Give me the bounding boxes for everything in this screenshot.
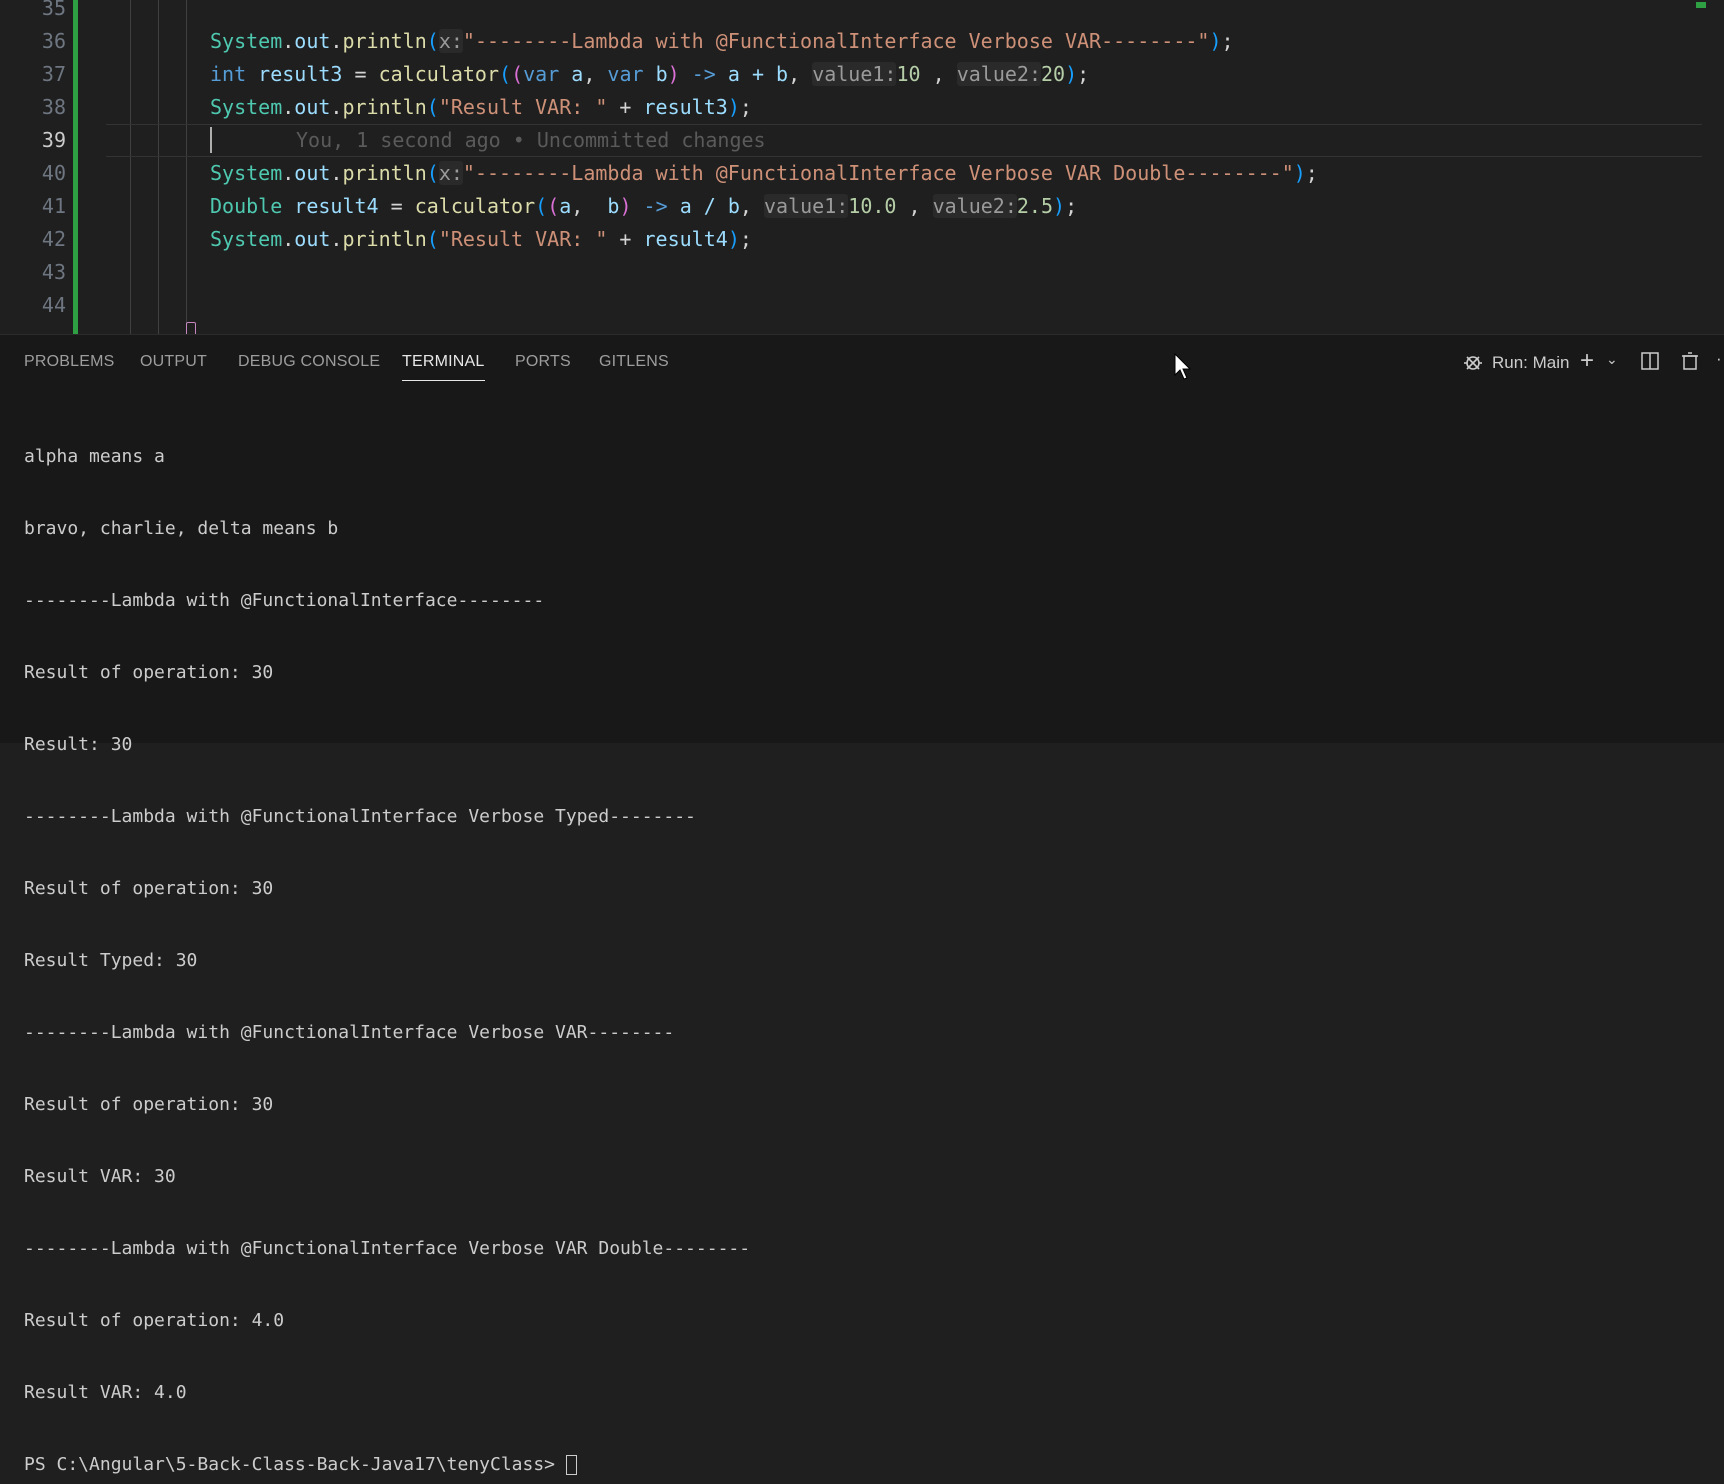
panel-tabs: PROBLEMS OUTPUT DEBUG CONSOLE TERMINAL P… (0, 335, 1724, 393)
code-line[interactable]: 44 (0, 289, 1724, 322)
terminal-line: bravo, charlie, delta means b (24, 518, 339, 539)
more-actions-icon[interactable]: · (1716, 349, 1722, 369)
fold-marker-icon (186, 322, 196, 334)
line-number: 36 (41, 29, 66, 53)
git-blame-annotation[interactable]: You, 1 second ago • Uncommitted changes (296, 124, 766, 157)
code-line[interactable]: 39 You, 1 second ago • Uncommitted chang… (0, 124, 1724, 157)
terminal-line: --------Lambda with @FunctionalInterface… (24, 590, 545, 611)
tab-output[interactable]: OUTPUT (140, 353, 207, 371)
code-line[interactable]: 35 (0, 0, 1724, 25)
inlay-hint: x: (438, 161, 463, 185)
line-number: 41 (41, 194, 66, 218)
terminal-line: Result of operation: 30 (24, 662, 274, 683)
inlay-hint: value2: (932, 194, 1017, 218)
code-line[interactable]: 43 (0, 256, 1724, 289)
new-terminal-plus-icon[interactable]: + (1580, 347, 1594, 375)
tab-problems[interactable]: PROBLEMS (24, 353, 115, 371)
code-line[interactable]: 36 System.out.println(x:"--------Lambda … (0, 25, 1724, 58)
mouse-pointer-icon (1174, 353, 1192, 380)
tab-terminal[interactable]: TERMINAL (402, 353, 485, 381)
terminal-line: Result of operation: 30 (24, 878, 274, 899)
tab-ports[interactable]: PORTS (515, 353, 571, 371)
line-number: 44 (41, 293, 66, 317)
inlay-hint: x: (438, 29, 463, 53)
trash-icon[interactable] (1680, 351, 1700, 376)
run-main-terminal-label[interactable]: Run: Main (1492, 353, 1569, 373)
code-text: System.out.println(x:"--------Lambda wit… (210, 161, 1318, 185)
code-text: System.out.println(x:"--------Lambda wit… (210, 29, 1234, 53)
terminal-cursor (565, 1455, 577, 1475)
terminal-prompt: PS C:\Angular\5-Back-Class-Back-Java17\t… (24, 1454, 566, 1475)
terminal-line: Result of operation: 30 (24, 1094, 274, 1115)
code-line[interactable]: 38 System.out.println("Result VAR: " + r… (0, 91, 1724, 124)
terminal-line: Result VAR: 4.0 (24, 1382, 187, 1403)
line-number: 38 (41, 95, 66, 119)
line-number: 40 (41, 161, 66, 185)
code-text: System.out.println("Result VAR: " + resu… (210, 95, 752, 119)
terminal-line: --------Lambda with @FunctionalInterface… (24, 1022, 675, 1043)
terminal-line: alpha means a (24, 446, 165, 467)
line-number: 37 (41, 62, 66, 86)
inlay-hint: value1: (812, 62, 897, 86)
code-line[interactable]: 37 int result3 = calculator((var a, var … (0, 58, 1724, 91)
line-number: 35 (41, 0, 66, 20)
code-text: Double result4 = calculator((a, b) -> a … (210, 194, 1078, 218)
code-line[interactable]: 41 Double result4 = calculator((a, b) ->… (0, 190, 1724, 223)
chevron-down-icon[interactable]: ⌄ (1606, 351, 1618, 368)
code-text: int result3 = calculator((var a, var b) … (210, 62, 1090, 86)
terminal-output[interactable]: alpha means a bravo, charlie, delta mean… (24, 397, 750, 1484)
terminal-line: --------Lambda with @FunctionalInterface… (24, 1238, 751, 1259)
terminal-prompt-line[interactable]: PS C:\Angular\5-Back-Class-Back-Java17\t… (24, 1453, 750, 1477)
code-line[interactable]: 40 System.out.println(x:"--------Lambda … (0, 157, 1724, 190)
bottom-panel: PROBLEMS OUTPUT DEBUG CONSOLE TERMINAL P… (0, 334, 1724, 1475)
code-editor[interactable]: 35 36 System.out.println(x:"--------Lamb… (0, 0, 1724, 334)
tab-gitlens[interactable]: GITLENS (599, 353, 669, 371)
split-terminal-icon[interactable] (1640, 351, 1660, 376)
tab-debug-console[interactable]: DEBUG CONSOLE (238, 353, 380, 371)
line-number: 42 (41, 227, 66, 251)
inlay-hint: value1: (764, 194, 849, 218)
terminal-line: Result Typed: 30 (24, 950, 198, 971)
code-line[interactable]: 42 System.out.println("Result VAR: " + r… (0, 223, 1724, 256)
terminal-line: Result of operation: 4.0 (24, 1310, 285, 1331)
terminal-line: Result: 30 (24, 734, 133, 755)
line-number: 43 (41, 260, 66, 284)
inlay-hint: value2: (956, 62, 1041, 86)
terminal-line: Result VAR: 30 (24, 1166, 176, 1187)
debug-bug-icon (1462, 351, 1484, 378)
code-text: System.out.println("Result VAR: " + resu… (210, 227, 752, 251)
line-number: 39 (41, 128, 66, 152)
terminal-line: --------Lambda with @FunctionalInterface… (24, 806, 696, 827)
